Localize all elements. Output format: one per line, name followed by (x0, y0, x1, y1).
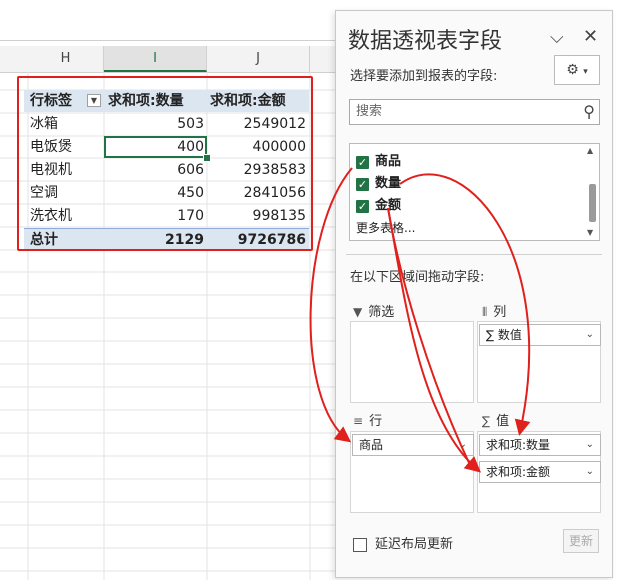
defer-checkbox[interactable] (353, 537, 367, 552)
chevron-down-icon: ▾ (583, 67, 588, 77)
checkbox-checked-icon[interactable]: ✓ (356, 155, 369, 169)
more-tables-link[interactable]: 更多表格... (356, 218, 415, 238)
values-amount-chip[interactable]: 求和项:金额 ⌄ (479, 461, 601, 483)
filter-drop-area[interactable] (350, 321, 474, 403)
checkbox-checked-icon[interactable]: ✓ (356, 199, 369, 213)
rows-label: 行 (369, 414, 383, 429)
field-name: 数量 (375, 176, 402, 191)
filter-area-label: ▼ 筛选 (353, 301, 394, 320)
gear-icon: ⚙ (566, 62, 579, 78)
chevron-down-icon[interactable]: ⌄ (586, 325, 594, 345)
drag-hint: 在以下区域间拖动字段: (350, 270, 485, 285)
chevron-down-icon[interactable]: ⌄ (459, 435, 467, 455)
columns-area-label: ⦀ 列 (482, 301, 506, 320)
chip-label: 求和项:金额 (486, 465, 551, 479)
field-name: 商品 (375, 154, 402, 169)
field-list: — — ✓ 商品 ✓ 数量 ✓ 金额 更多表格... ▲ ▼ (349, 143, 600, 241)
columns-icon: ⦀ (482, 305, 488, 319)
defer-layout-update[interactable]: 延迟布局更新 (353, 533, 453, 552)
field-name: 金额 (375, 198, 402, 213)
search-input[interactable]: 搜索 ⚲ (349, 99, 600, 125)
checkbox-checked-icon[interactable]: ✓ (356, 177, 369, 191)
update-button[interactable]: 更新 (563, 529, 599, 553)
field-item-partial: — — (356, 144, 379, 152)
field-item-quantity[interactable]: ✓ 数量 (356, 174, 401, 194)
scroll-down-icon[interactable]: ▼ (587, 228, 593, 237)
chip-label: ∑ 数值 (486, 328, 522, 342)
rows-icon: ≡ (353, 414, 364, 428)
scroll-thumb[interactable] (589, 184, 596, 222)
values-label: 值 (496, 414, 510, 429)
scroll-up-icon[interactable]: ▲ (587, 146, 593, 155)
columns-values-chip[interactable]: ∑ 数值 ⌄ (479, 324, 601, 346)
chip-label: 求和项:数量 (486, 438, 551, 452)
field-item-amount[interactable]: ✓ 金额 (356, 196, 401, 216)
pane-title: 数据透视表字段 (348, 29, 503, 54)
columns-label: 列 (493, 305, 507, 320)
chevron-down-icon[interactable]: ⌄ (586, 462, 594, 482)
rows-area-label: ≡ 行 (353, 410, 382, 429)
search-icon[interactable]: ⚲ (583, 100, 595, 124)
chevron-down-icon[interactable]: ⌵ (550, 27, 564, 48)
sigma-icon: ∑ (482, 414, 491, 428)
filter-label: 筛选 (368, 305, 395, 320)
field-item-product[interactable]: ✓ 商品 (356, 152, 401, 172)
field-list-scrollbar[interactable]: ▲ ▼ (587, 146, 597, 238)
values-qty-chip[interactable]: 求和项:数量 ⌄ (479, 434, 601, 456)
pivot-fields-pane: 数据透视表字段 ⌵ ✕ 选择要添加到报表的字段: ⚙ ▾ 搜索 ⚲ — — ✓ 商… (335, 10, 613, 578)
highlight-box (17, 76, 313, 251)
filter-icon: ▼ (353, 305, 363, 319)
rows-product-chip[interactable]: 商品 ⌄ (352, 434, 474, 456)
chevron-down-icon[interactable]: ⌄ (586, 435, 594, 455)
defer-label: 延迟布局更新 (375, 537, 454, 552)
close-icon[interactable]: ✕ (583, 26, 598, 47)
chip-label: 商品 (359, 438, 384, 452)
values-area-label: ∑ 值 (482, 410, 509, 429)
pane-divider (346, 254, 602, 255)
search-placeholder: 搜索 (356, 104, 383, 119)
pane-subtitle: 选择要添加到报表的字段: (350, 69, 498, 84)
tools-settings-button[interactable]: ⚙ ▾ (554, 55, 600, 85)
